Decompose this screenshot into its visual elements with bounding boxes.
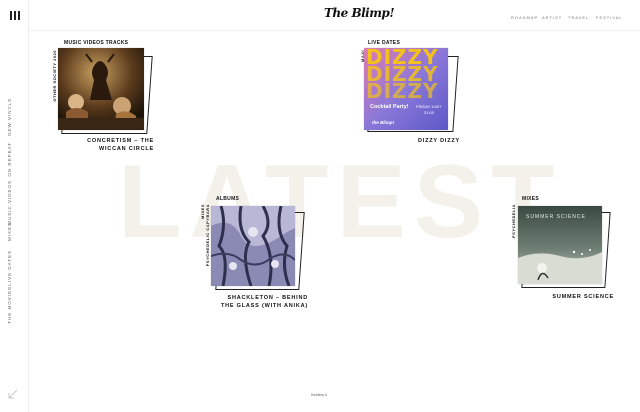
album-cover-shackleton[interactable] xyxy=(211,206,295,286)
sidebar-item-music-videos[interactable]: MUSIC VIDEOS xyxy=(7,180,12,225)
poster-headline: DIZZY xyxy=(366,79,439,103)
event-poster-dizzy[interactable]: DIZZY DIZZY DIZZY Cocktail Party! FRIDAY… xyxy=(364,48,448,130)
background-heading: LATEST xyxy=(118,144,563,260)
top-nav-travel[interactable]: TRAVEL xyxy=(568,15,589,20)
card-category[interactable]: MIXES xyxy=(522,196,539,202)
sidebar-item-new-vinyls[interactable]: NEW VINYLS xyxy=(7,98,12,136)
sidebar-item-live-dates[interactable]: LIVE DATES xyxy=(7,250,12,286)
card-summer-science: MIXES PSYCHEDELIA SUMMER SCIENCE SUMMER … xyxy=(508,196,618,306)
card-title-line: THE GLASS (WITH ANIKA) xyxy=(220,303,308,309)
card-shackleton: ALBUMS MIXES PSYCHEDELIC CAPYBARA SHACKL… xyxy=(198,196,312,312)
sidebar-nav: NEW VINYLS ON REPEAT MUSIC VIDEOS MIXES … xyxy=(3,98,25,324)
card-title-line: SUMMER SCIENCE xyxy=(552,294,614,300)
top-nav-festival[interactable]: FESTIVAL xyxy=(596,15,623,20)
card-title[interactable]: SUMMER SCIENCE xyxy=(552,293,614,301)
card-category[interactable]: LIVE DATES xyxy=(368,40,400,46)
card-concretism: MUSIC VIDEOS TRACKS OTHER SOCIETY 2020 C… xyxy=(52,38,162,158)
hamburger-menu-icon[interactable] xyxy=(10,11,20,20)
card-side-label: PSYCHEDELIC CAPYBARA xyxy=(205,204,210,267)
card-title[interactable]: SHACKLETON – BEHIND THE GLASS (WITH ANIK… xyxy=(221,294,308,310)
sidebar-item-the-movies[interactable]: THE MOVIES xyxy=(7,286,12,324)
sidebar: NEW VINYLS ON REPEAT MUSIC VIDEOS MIXES … xyxy=(0,0,29,412)
card-title-line: CONCRETISM – THE xyxy=(87,138,154,144)
top-nav-artist[interactable]: ARTIST xyxy=(542,15,562,20)
poster-subtitle: Cocktail Party! xyxy=(370,104,409,110)
triangle-icon[interactable] xyxy=(8,389,18,399)
top-bar: The Blimp! ROADMAP ARTIST TRAVEL FESTIVA… xyxy=(29,0,640,31)
top-nav-roadmap[interactable]: ROADMAP xyxy=(511,15,538,20)
card-title[interactable]: DIZZY DIZZY xyxy=(418,137,460,145)
card-category[interactable]: ALBUMS xyxy=(216,196,239,202)
cover-text: SUMMER SCIENCE xyxy=(526,214,586,220)
poster-time: 21:00 xyxy=(424,110,435,115)
album-cover-summer-science[interactable]: SUMMER SCIENCE xyxy=(518,206,602,284)
footer-tag[interactable]: theblimp.it xyxy=(311,393,327,397)
card-side-label: OTHER SOCIETY 2020 xyxy=(52,50,57,102)
card-category[interactable]: MUSIC VIDEOS TRACKS xyxy=(64,40,128,46)
sidebar-item-on-repeat[interactable]: ON REPEAT xyxy=(7,142,12,177)
card-dizzy-dizzy: LIVE DATES MAXI DIZZY DIZZY DIZZY Cockta… xyxy=(356,38,466,148)
card-title[interactable]: CONCRETISM – THE WICCAN CIRCLE xyxy=(87,137,154,153)
card-title-line: DIZZY DIZZY xyxy=(417,138,460,144)
card-title-line: WICCAN CIRCLE xyxy=(98,146,154,152)
album-cover-concretism[interactable] xyxy=(58,48,144,130)
card-title-line: SHACKLETON – BEHIND xyxy=(227,295,308,301)
sidebar-item-mixes[interactable]: MIXES xyxy=(7,222,12,241)
site-logo[interactable]: The Blimp! xyxy=(324,6,395,20)
poster-brand: the Blimp! xyxy=(372,120,394,125)
card-side-label: PSYCHEDELIA xyxy=(511,204,516,238)
poster-date: FRIDAY 14/07 xyxy=(416,104,442,109)
